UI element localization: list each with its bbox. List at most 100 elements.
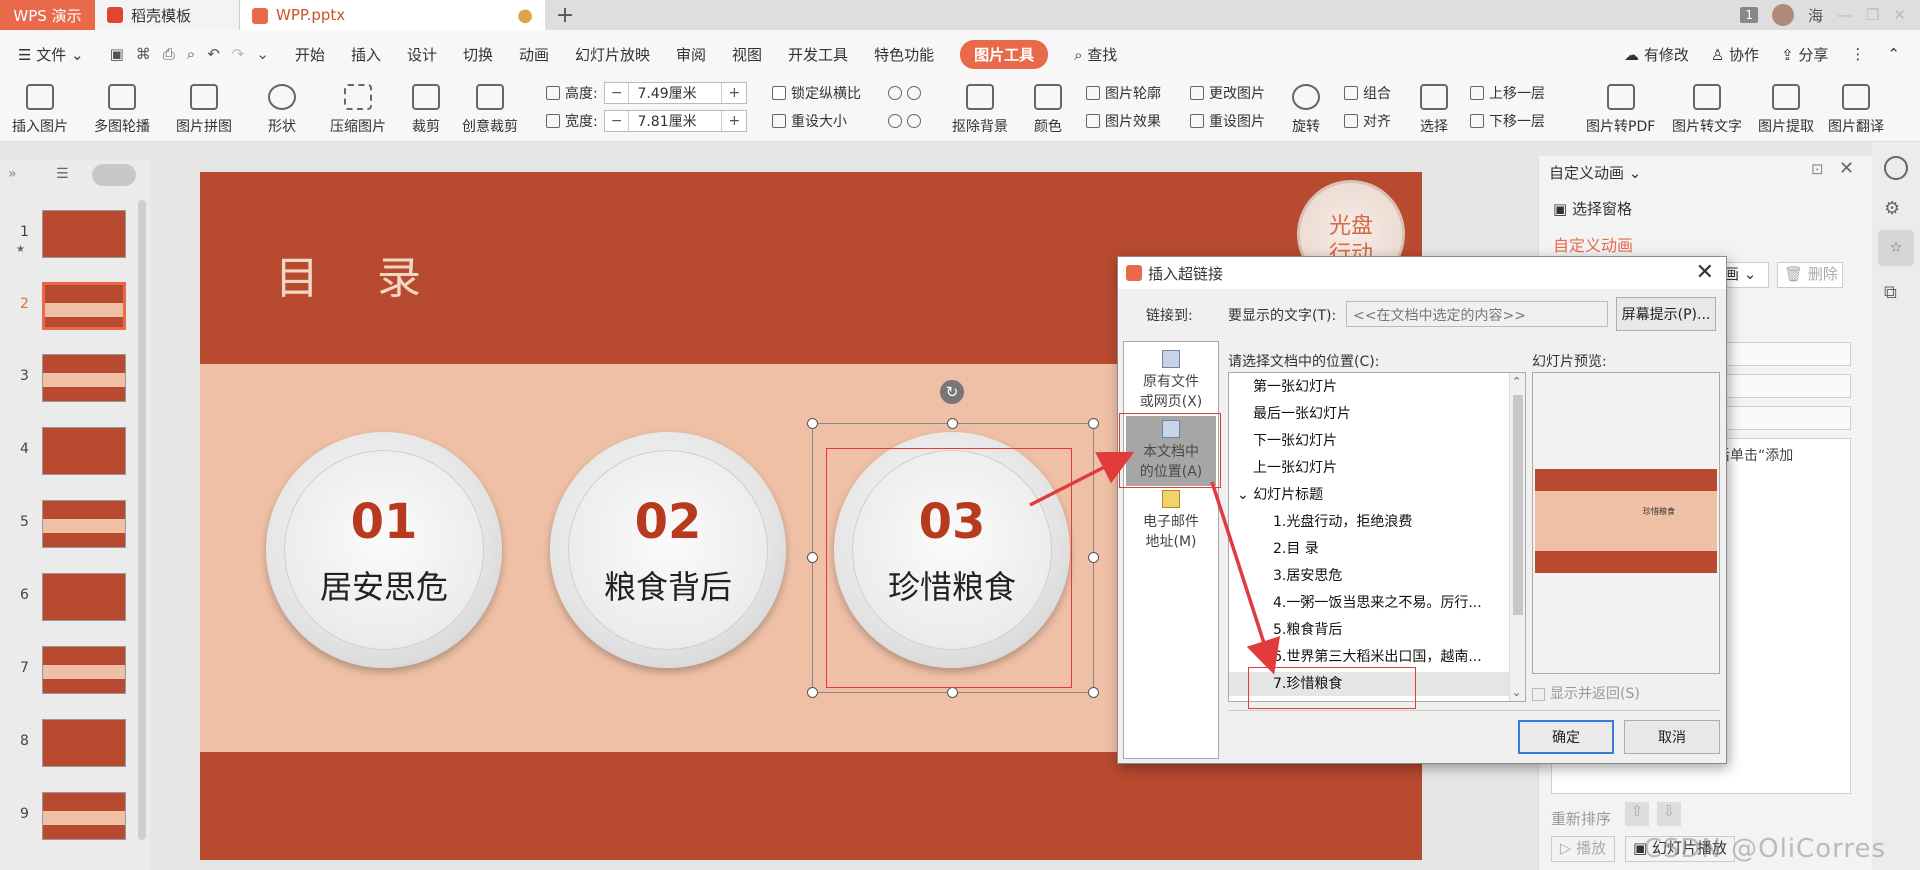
compress-picture-button[interactable]: 压缩图片 bbox=[330, 78, 386, 142]
send-backward-button[interactable]: 下移一层 bbox=[1470, 110, 1545, 132]
scroll-up-icon[interactable]: ⌃ bbox=[1512, 375, 1521, 388]
show-return-checkbox[interactable]: 显示并返回(S) bbox=[1532, 683, 1640, 703]
screen-tip-button[interactable]: 屏幕提示(P)... bbox=[1616, 297, 1716, 331]
display-text-input[interactable]: <<在文档中选定的内容>> bbox=[1346, 301, 1608, 327]
decrease-icon[interactable]: − bbox=[605, 85, 629, 101]
resize-handle[interactable] bbox=[1088, 552, 1099, 563]
group-button[interactable]: 组合 bbox=[1344, 82, 1391, 104]
tree-item[interactable]: 最后一张幻灯片 bbox=[1229, 402, 1509, 426]
select-button[interactable]: 选择 bbox=[1420, 78, 1448, 142]
user-name[interactable]: 海 bbox=[1808, 5, 1823, 26]
adjust-icons-row2[interactable] bbox=[888, 110, 926, 132]
slide-thumb-4[interactable]: 4 bbox=[0, 423, 130, 481]
close-panel-icon[interactable]: ✕ bbox=[1839, 158, 1854, 179]
cancel-button[interactable]: 取消 bbox=[1624, 720, 1720, 754]
scroll-down-icon[interactable]: ⌄ bbox=[1512, 686, 1521, 699]
print-preview-icon[interactable]: ⌕ bbox=[187, 45, 195, 63]
slide-thumb-1[interactable]: 1 ★ bbox=[0, 206, 130, 264]
tree-item[interactable]: 6.世界第三大稻米出口国，越南... bbox=[1229, 645, 1509, 669]
panel-title[interactable]: 自定义动画 ⌄ bbox=[1549, 162, 1641, 183]
bring-forward-button[interactable]: 上移一层 bbox=[1470, 82, 1545, 104]
has-changes-button[interactable]: ☁ 有修改 bbox=[1624, 44, 1689, 65]
increase-icon[interactable]: + bbox=[722, 113, 746, 129]
dialog-close-icon[interactable]: ✕ bbox=[1696, 260, 1714, 285]
remove-background-button[interactable]: 抠除背景 bbox=[952, 78, 1008, 142]
close-window-icon[interactable]: ✕ bbox=[1893, 6, 1906, 24]
search-button[interactable]: ⌕ 查找 bbox=[1074, 44, 1117, 65]
more-options-icon[interactable]: ⋮ bbox=[1850, 45, 1865, 63]
shape-button[interactable]: 形状 bbox=[268, 78, 296, 142]
picture-translate-button[interactable]: 图片翻译 bbox=[1828, 78, 1884, 142]
tab-document[interactable]: WPP.pptx ● bbox=[240, 0, 545, 30]
print-icon[interactable]: ⎙ bbox=[163, 45, 175, 63]
menu-view[interactable]: 视图 bbox=[732, 44, 762, 65]
menu-special[interactable]: 特色功能 bbox=[874, 44, 934, 65]
slide-transition-icon[interactable]: ⧉ bbox=[1884, 282, 1897, 303]
tree-item[interactable]: 3.居安思危 bbox=[1229, 564, 1509, 588]
menu-insert[interactable]: 插入 bbox=[351, 44, 381, 65]
avatar[interactable] bbox=[1771, 4, 1794, 26]
contrast-down-icon[interactable] bbox=[907, 114, 921, 128]
file-menu[interactable]: ☰ 文件 ⌄ bbox=[18, 44, 84, 65]
thumbnail-scrollbar[interactable] bbox=[138, 200, 146, 840]
color-button[interactable]: 颜色 bbox=[1034, 78, 1062, 142]
expand-pane-icon[interactable]: » bbox=[8, 166, 17, 182]
tree-scrollbar[interactable]: ⌃ ⌄ bbox=[1509, 373, 1525, 701]
redo-icon[interactable]: ↷ bbox=[232, 45, 245, 63]
new-tab-button[interactable]: + bbox=[545, 0, 585, 30]
slide-thumb-9[interactable]: 9 bbox=[0, 788, 130, 846]
lock-aspect-checkbox[interactable]: 锁定纵横比 bbox=[772, 82, 861, 104]
menu-design[interactable]: 设计 bbox=[407, 44, 437, 65]
menu-developer[interactable]: 开发工具 bbox=[788, 44, 848, 65]
creative-crop-button[interactable]: 创意裁剪 bbox=[462, 78, 518, 142]
collaborate-button[interactable]: ♙ 协作 bbox=[1711, 44, 1759, 65]
rotate-handle-icon[interactable]: ↻ bbox=[940, 380, 964, 404]
link-existing-file[interactable]: 原有文件 或网页(X) bbox=[1126, 350, 1216, 416]
picture-collage-button[interactable]: 图片拼图 bbox=[176, 78, 232, 142]
menu-home[interactable]: 开始 bbox=[295, 44, 325, 65]
slide-thumb-8[interactable]: 8 bbox=[0, 715, 130, 773]
play-button[interactable]: ▷ 播放 bbox=[1551, 836, 1615, 862]
slide-thumb-5[interactable]: 5 bbox=[0, 496, 130, 554]
menu-review[interactable]: 审阅 bbox=[676, 44, 706, 65]
scroll-thumb[interactable] bbox=[1513, 395, 1523, 615]
menu-transitions[interactable]: 切换 bbox=[463, 44, 493, 65]
brightness-down-icon[interactable] bbox=[888, 114, 902, 128]
menu-slideshow[interactable]: 幻灯片放映 bbox=[575, 44, 650, 65]
decrease-icon[interactable]: − bbox=[605, 113, 629, 129]
slide-title[interactable]: 目 录 bbox=[275, 242, 443, 306]
tree-item[interactable]: 5.粮食背后 bbox=[1229, 618, 1509, 642]
slide-thumb-3[interactable]: 3 bbox=[0, 350, 130, 408]
slide-thumb-6[interactable]: 6 bbox=[0, 569, 130, 627]
insert-picture-button[interactable]: 插入图片 bbox=[12, 78, 68, 142]
format-painter-icon[interactable]: ⌘ bbox=[136, 45, 151, 63]
picture-extract-button[interactable]: 图片提取 bbox=[1758, 78, 1814, 142]
rotate-button[interactable]: 旋转 bbox=[1292, 78, 1320, 142]
multi-carousel-button[interactable]: 多图轮播 bbox=[94, 78, 150, 142]
contrast-icon[interactable] bbox=[907, 86, 921, 100]
maximize-icon[interactable]: ❐ bbox=[1866, 6, 1879, 24]
height-spinner[interactable]: −7.49厘米 + bbox=[603, 82, 748, 104]
window-count-badge[interactable]: 1 bbox=[1740, 7, 1758, 23]
picture-effect-button[interactable]: 图片效果 bbox=[1086, 110, 1161, 132]
tree-item[interactable]: 1.光盘行动，拒绝浪费 bbox=[1229, 510, 1509, 534]
resize-handle[interactable] bbox=[947, 418, 958, 429]
tree-item[interactable]: 上一张幻灯片 bbox=[1229, 456, 1509, 480]
adjust-icons-row1[interactable] bbox=[888, 82, 926, 104]
increase-icon[interactable]: + bbox=[722, 85, 746, 101]
resize-handle[interactable] bbox=[807, 687, 818, 698]
outline-view-icon[interactable]: ☰ bbox=[56, 166, 69, 182]
share-button[interactable]: ⇪ 分享 bbox=[1781, 44, 1828, 65]
animation-star-icon[interactable]: ☆ bbox=[1878, 230, 1914, 266]
menu-picture-tools[interactable]: 图片工具 bbox=[960, 39, 1049, 69]
width-value[interactable]: 7.81厘米 bbox=[628, 111, 723, 131]
move-up-icon[interactable]: ⇧ bbox=[1625, 802, 1649, 826]
width-spinner[interactable]: −7.81厘米 + bbox=[603, 110, 748, 132]
tree-item[interactable]: 第一张幻灯片 bbox=[1229, 375, 1509, 399]
brightness-icon[interactable] bbox=[888, 86, 902, 100]
ok-button[interactable]: 确定 bbox=[1518, 720, 1614, 754]
selection-pane-link[interactable]: ▣ 选择窗格 bbox=[1553, 198, 1632, 219]
minimize-icon[interactable]: — bbox=[1837, 6, 1852, 24]
resize-handle[interactable] bbox=[807, 418, 818, 429]
thumbnail-view-toggle[interactable] bbox=[92, 164, 136, 186]
